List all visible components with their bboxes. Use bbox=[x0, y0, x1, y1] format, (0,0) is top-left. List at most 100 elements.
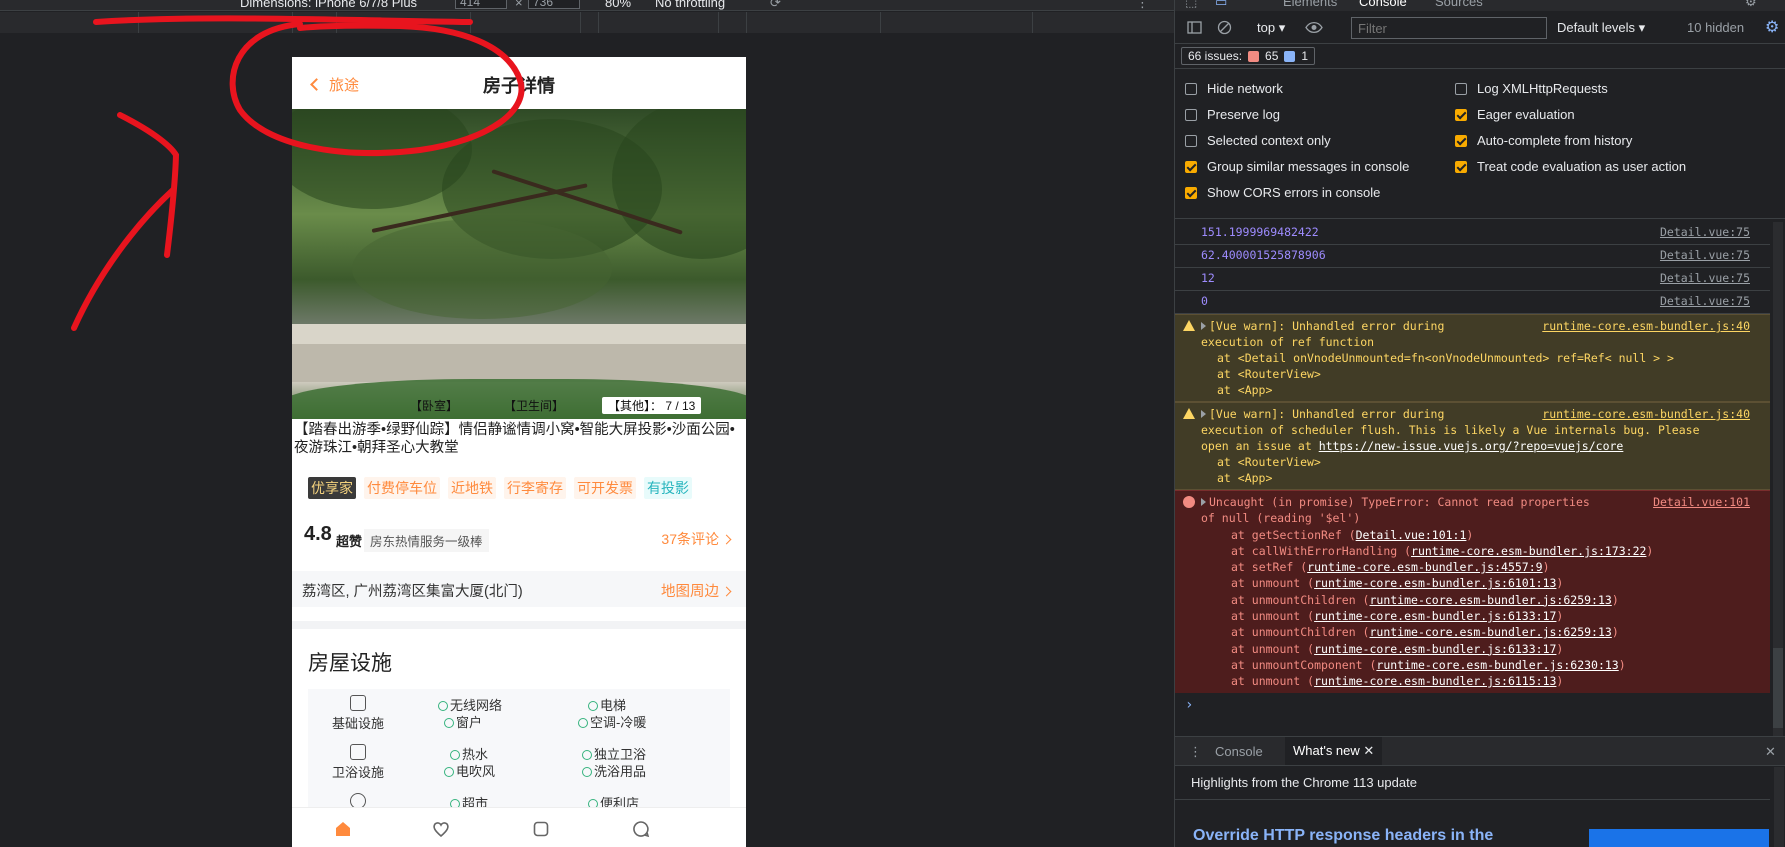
log-value: 12 bbox=[1201, 271, 1215, 285]
source-link[interactable]: Detail.vue:75 bbox=[1660, 294, 1750, 308]
override-headers-title[interactable]: Override HTTP response headers in the bbox=[1193, 827, 1493, 845]
warning-icon bbox=[1183, 320, 1195, 331]
facility-item-label: 无线网络 bbox=[450, 698, 503, 713]
stack-location-link[interactable]: runtime-core.esm-bundler.js:6259:13 bbox=[1369, 593, 1611, 607]
log-levels-select[interactable]: Default levels ▾ bbox=[1557, 20, 1645, 36]
log-value: 151.1999969482422 bbox=[1201, 225, 1319, 239]
stack-frame: at unmount (runtime-core.esm-bundler.js:… bbox=[1231, 609, 1564, 624]
setting-eager-evaluation[interactable]: Eager evaluation bbox=[1455, 107, 1575, 122]
checkbox-checked[interactable] bbox=[1185, 160, 1197, 173]
checkbox-checked[interactable] bbox=[1455, 108, 1467, 121]
panel-scrollbar[interactable] bbox=[1774, 767, 1784, 847]
filter-input[interactable] bbox=[1351, 17, 1547, 39]
tag-parking: 付费停车位 bbox=[364, 477, 440, 499]
stack-location-link[interactable]: runtime-core.esm-bundler.js:6133:17 bbox=[1314, 642, 1556, 656]
reviews-link[interactable]: 37条评论 bbox=[661, 529, 732, 549]
sidebar-toggle-icon[interactable] bbox=[1187, 20, 1202, 35]
tab-console[interactable]: Console bbox=[1359, 0, 1407, 9]
checkbox[interactable] bbox=[1185, 108, 1197, 121]
stack-line: at <App> bbox=[1217, 383, 1273, 397]
settings-gear-icon[interactable]: ⚙ bbox=[1745, 0, 1757, 10]
facilities-grid[interactable]: 基础设施 无线网络 电梯 窗户 空调-冷暖 卫浴设施 热水 独立卫浴 电吹风 洗… bbox=[308, 689, 730, 819]
expand-triangle-icon[interactable] bbox=[1201, 498, 1206, 506]
stack-fn: at unmount ( bbox=[1231, 674, 1315, 689]
setting-label: Eager evaluation bbox=[1477, 107, 1575, 122]
close-icon[interactable]: ✕ bbox=[1363, 743, 1374, 758]
issues-button[interactable]: 66 issues: 65 1 bbox=[1181, 47, 1316, 65]
stack-line: at <RouterView> bbox=[1217, 455, 1321, 469]
issue-link[interactable]: https://new-issue.vuejs.org/?repo=vuejs/… bbox=[1319, 439, 1624, 453]
drawer-tab-console[interactable]: Console bbox=[1215, 744, 1263, 759]
height-input[interactable]: 736 bbox=[528, 0, 580, 9]
hidden-count: 10 hidden bbox=[1687, 20, 1745, 35]
source-link[interactable]: Detail.vue:75 bbox=[1660, 248, 1750, 262]
stack-location-link[interactable]: runtime-core.esm-bundler.js:6230:13 bbox=[1376, 658, 1618, 672]
source-link[interactable]: Detail.vue:75 bbox=[1660, 225, 1750, 239]
console-settings-gear-icon[interactable]: ⚙ bbox=[1765, 17, 1779, 37]
context-select[interactable]: top ▾ bbox=[1257, 20, 1285, 36]
clear-console-icon[interactable] bbox=[1217, 20, 1232, 35]
more-options-icon[interactable]: ⋮ bbox=[1136, 0, 1149, 10]
console-scrollbar-thumb[interactable] bbox=[1773, 648, 1783, 728]
setting-selected-context[interactable]: Selected context only bbox=[1185, 133, 1331, 148]
throttling-select[interactable]: No throttling bbox=[655, 0, 725, 10]
rotate-icon[interactable]: ⟳ bbox=[770, 0, 781, 10]
setting-treat-eval[interactable]: Treat code evaluation as user action bbox=[1455, 159, 1686, 174]
house-photo-carousel[interactable]: 【卧室】 【卫生间】 【其他】： 7 / 13 bbox=[292, 109, 746, 419]
stack-location-link[interactable]: runtime-core.esm-bundler.js:6101:13 bbox=[1314, 576, 1556, 590]
drawer-tab-whatsnew[interactable]: What's new ✕ bbox=[1285, 737, 1383, 765]
setting-log-xhr[interactable]: Log XMLHttpRequests bbox=[1455, 81, 1608, 96]
stack-location-link[interactable]: runtime-core.esm-bundler.js:6133:17 bbox=[1314, 609, 1556, 623]
setting-label: Log XMLHttpRequests bbox=[1477, 81, 1608, 96]
checkbox-checked[interactable] bbox=[1455, 160, 1467, 173]
photo-category-tabs: 【卧室】 【卫生间】 【其他】： 7 / 13 bbox=[292, 397, 746, 414]
close-drawer-icon[interactable]: ✕ bbox=[1765, 744, 1776, 760]
order-icon[interactable] bbox=[532, 820, 550, 838]
photo-tab-bathroom[interactable]: 【卫生间】 bbox=[504, 397, 564, 414]
zoom-select[interactable]: 80% bbox=[605, 0, 631, 10]
chat-icon[interactable] bbox=[632, 820, 650, 838]
stack-fn: at unmount ( bbox=[1231, 641, 1315, 656]
stack-fn: at unmountChildren ( bbox=[1231, 625, 1370, 640]
source-link[interactable]: Detail.vue:75 bbox=[1660, 271, 1750, 285]
stack-location-link[interactable]: Detail.vue:101:1 bbox=[1356, 528, 1467, 542]
stack-location-link[interactable]: runtime-core.esm-bundler.js:6115:13 bbox=[1314, 674, 1556, 688]
setting-cors-errors[interactable]: Show CORS errors in console bbox=[1185, 185, 1380, 200]
live-expression-eye-icon[interactable] bbox=[1305, 20, 1323, 35]
checkbox-checked[interactable] bbox=[1455, 134, 1467, 147]
inspect-icon[interactable]: ⬚ bbox=[1185, 0, 1197, 10]
expand-triangle-icon[interactable] bbox=[1201, 322, 1206, 330]
source-link[interactable]: runtime-core.esm-bundler.js:40 bbox=[1542, 318, 1750, 334]
checkbox[interactable] bbox=[1185, 134, 1197, 147]
home-icon[interactable] bbox=[334, 820, 352, 838]
setting-autocomplete[interactable]: Auto-complete from history bbox=[1455, 133, 1632, 148]
device-toggle-icon[interactable]: ▭ bbox=[1215, 0, 1227, 10]
drawer-menu-icon[interactable]: ⋮ bbox=[1189, 744, 1202, 760]
tab-elements[interactable]: Elements bbox=[1283, 0, 1337, 9]
device-dimensions-label[interactable]: Dimensions: iPhone 6/7/8 Plus bbox=[240, 0, 417, 10]
photo-tab-other[interactable]: 【其他】： 7 / 13 bbox=[602, 397, 702, 414]
expand-triangle-icon[interactable] bbox=[1201, 410, 1206, 418]
console-prompt[interactable]: › bbox=[1175, 693, 1770, 717]
photo-tab-bedroom[interactable]: 【卧室】 bbox=[410, 397, 458, 414]
setting-preserve-log[interactable]: Preserve log bbox=[1185, 107, 1280, 122]
console-warning[interactable]: [Vue warn]: Unhandled error during runti… bbox=[1175, 402, 1770, 490]
heart-icon[interactable] bbox=[432, 820, 450, 838]
stack-location-link[interactable]: runtime-core.esm-bundler.js:173:22 bbox=[1411, 544, 1646, 558]
tab-sources[interactable]: Sources bbox=[1435, 0, 1483, 9]
checkbox[interactable] bbox=[1185, 82, 1197, 95]
checkbox[interactable] bbox=[1455, 82, 1467, 95]
source-link[interactable]: Detail.vue:101 bbox=[1653, 494, 1750, 510]
stack-location-link[interactable]: runtime-core.esm-bundler.js:4557:9 bbox=[1307, 560, 1542, 574]
width-input[interactable]: 414 bbox=[455, 0, 507, 9]
checkbox-checked[interactable] bbox=[1185, 186, 1197, 199]
phone-viewport: 旅途 房子详情 【卧室】 【卫生间】 【其他】： 7 / 13 【踏春出游季•绿… bbox=[292, 57, 746, 847]
setting-hide-network[interactable]: Hide network bbox=[1185, 81, 1283, 96]
console-warning[interactable]: [Vue warn]: Unhandled error during runti… bbox=[1175, 314, 1770, 402]
console-error[interactable]: Uncaught (in promise) TypeError: Cannot … bbox=[1175, 490, 1770, 693]
prompt-chevron-icon: › bbox=[1185, 696, 1194, 713]
stack-location-link[interactable]: runtime-core.esm-bundler.js:6259:13 bbox=[1369, 625, 1611, 639]
source-link[interactable]: runtime-core.esm-bundler.js:40 bbox=[1542, 406, 1750, 422]
setting-group-similar[interactable]: Group similar messages in console bbox=[1185, 159, 1409, 174]
map-link[interactable]: 地图周边 bbox=[661, 580, 732, 601]
